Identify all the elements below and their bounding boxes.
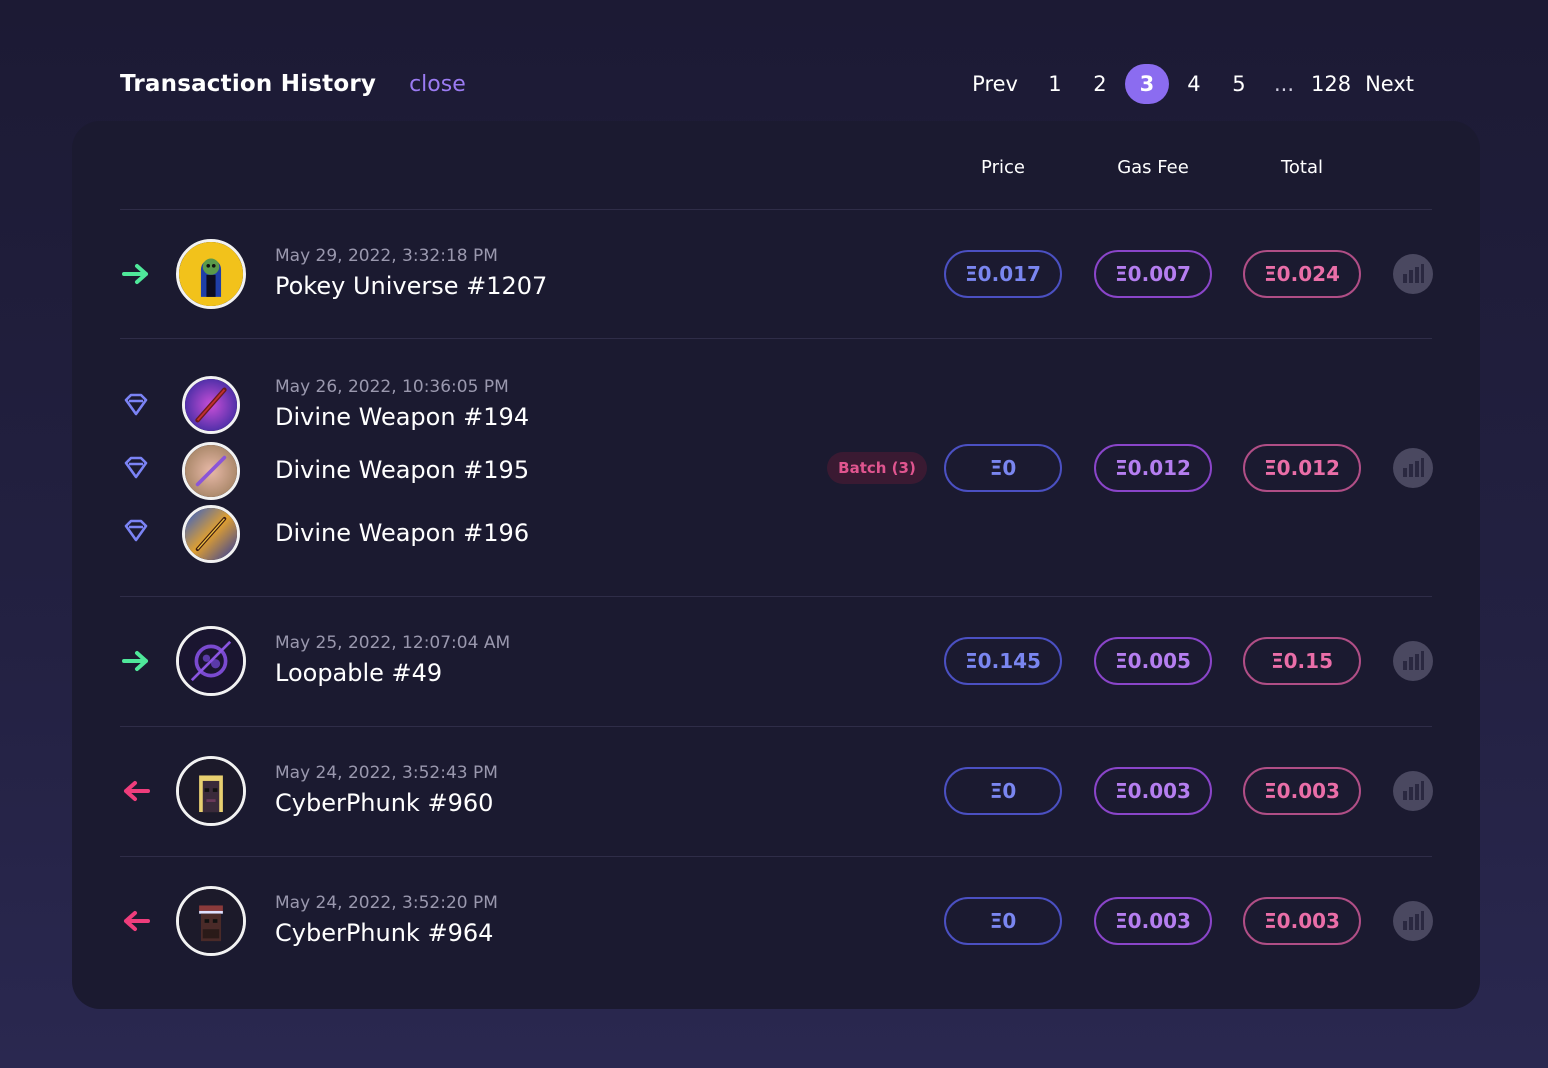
nft-name[interactable]: Divine Weapon #195 [275, 456, 529, 484]
page-button-128[interactable]: 128 [1309, 64, 1353, 104]
chart-icon [1403, 458, 1424, 477]
header: Transaction History close Prev 1 2 3 4 5… [120, 62, 1430, 106]
nft-avatar [176, 239, 246, 309]
nft-name[interactable]: CyberPhunk #960 [275, 789, 493, 817]
total-pill: Ξ0.012 [1243, 444, 1361, 492]
nft-name[interactable]: Divine Weapon #196 [275, 519, 529, 547]
prev-page-button[interactable]: Prev [970, 64, 1020, 104]
chart-icon [1403, 651, 1424, 670]
nft-avatar [176, 886, 246, 956]
table-row-batch[interactable]: May 26, 2022, 10:36:05 PM Divine Weapon … [72, 339, 1480, 596]
total-pill: Ξ0.024 [1243, 250, 1361, 298]
total-pill: Ξ0.003 [1243, 767, 1361, 815]
incoming-arrow-icon [120, 260, 152, 288]
gas-fee-pill: Ξ0.005 [1094, 637, 1212, 685]
table-row[interactable]: May 24, 2022, 3:52:20 PM CyberPhunk #964… [72, 857, 1480, 987]
transaction-date: May 26, 2022, 10:36:05 PM [275, 377, 509, 397]
nft-name[interactable]: Loopable #49 [275, 659, 442, 687]
chart-button[interactable] [1393, 771, 1433, 811]
price-pill: Ξ0 [944, 444, 1062, 492]
column-header-price: Price [981, 157, 1025, 178]
outgoing-arrow-icon [120, 777, 152, 805]
page-button-1[interactable]: 1 [1035, 64, 1075, 104]
chart-icon [1403, 264, 1424, 283]
chart-button[interactable] [1393, 254, 1433, 294]
transactions-panel: Price Gas Fee Total May 29, 2022, 3:32:1… [72, 121, 1480, 1009]
total-pill: Ξ0.003 [1243, 897, 1361, 945]
transaction-date: May 29, 2022, 3:32:18 PM [275, 246, 498, 266]
next-page-button[interactable]: Next [1363, 64, 1416, 104]
diamond-icon [120, 454, 152, 482]
page-title: Transaction History [120, 71, 377, 97]
gas-fee-pill: Ξ0.012 [1094, 444, 1212, 492]
nft-avatar [176, 756, 246, 826]
price-pill: Ξ0.145 [944, 637, 1062, 685]
chart-icon [1403, 911, 1424, 930]
nft-avatar [182, 376, 240, 434]
page-button-2[interactable]: 2 [1080, 64, 1120, 104]
total-pill: Ξ0.15 [1243, 637, 1361, 685]
gas-fee-pill: Ξ0.003 [1094, 767, 1212, 815]
price-pill: Ξ0 [944, 767, 1062, 815]
page-button-5[interactable]: 5 [1219, 64, 1259, 104]
nft-name[interactable]: Divine Weapon #194 [275, 403, 529, 431]
chart-button[interactable] [1393, 448, 1433, 488]
close-link[interactable]: close [409, 72, 466, 97]
page-button-3-current[interactable]: 3 [1124, 64, 1169, 104]
page-ellipsis: ... [1273, 72, 1294, 96]
price-pill: Ξ0.017 [944, 250, 1062, 298]
nft-name[interactable]: Pokey Universe #1207 [275, 272, 547, 300]
transaction-date: May 25, 2022, 12:07:04 AM [275, 633, 511, 653]
chart-button[interactable] [1393, 641, 1433, 681]
diamond-icon [120, 517, 152, 545]
page-button-4[interactable]: 4 [1174, 64, 1214, 104]
price-pill: Ξ0 [944, 897, 1062, 945]
gas-fee-pill: Ξ0.007 [1094, 250, 1212, 298]
gas-fee-pill: Ξ0.003 [1094, 897, 1212, 945]
table-row[interactable]: May 29, 2022, 3:32:18 PM Pokey Universe … [72, 210, 1480, 338]
transaction-date: May 24, 2022, 3:52:20 PM [275, 893, 498, 913]
nft-avatar [176, 626, 246, 696]
nft-avatar [182, 442, 240, 500]
outgoing-arrow-icon [120, 907, 152, 935]
column-headers: Price Gas Fee Total [72, 157, 1480, 183]
column-header-total: Total [1280, 157, 1324, 178]
chart-icon [1403, 781, 1424, 800]
pagination: Prev 1 2 3 4 5 ... 128 Next [970, 62, 1430, 106]
diamond-icon [120, 391, 152, 419]
table-row[interactable]: May 24, 2022, 3:52:43 PM CyberPhunk #960… [72, 727, 1480, 856]
batch-badge: Batch (3) [827, 452, 927, 484]
transaction-date: May 24, 2022, 3:52:43 PM [275, 763, 498, 783]
nft-name[interactable]: CyberPhunk #964 [275, 919, 493, 947]
chart-button[interactable] [1393, 901, 1433, 941]
column-header-gas-fee: Gas Fee [1117, 157, 1189, 178]
nft-avatar [182, 505, 240, 563]
incoming-arrow-icon [120, 647, 152, 675]
table-row[interactable]: May 25, 2022, 12:07:04 AM Loopable #49 Ξ… [72, 597, 1480, 726]
